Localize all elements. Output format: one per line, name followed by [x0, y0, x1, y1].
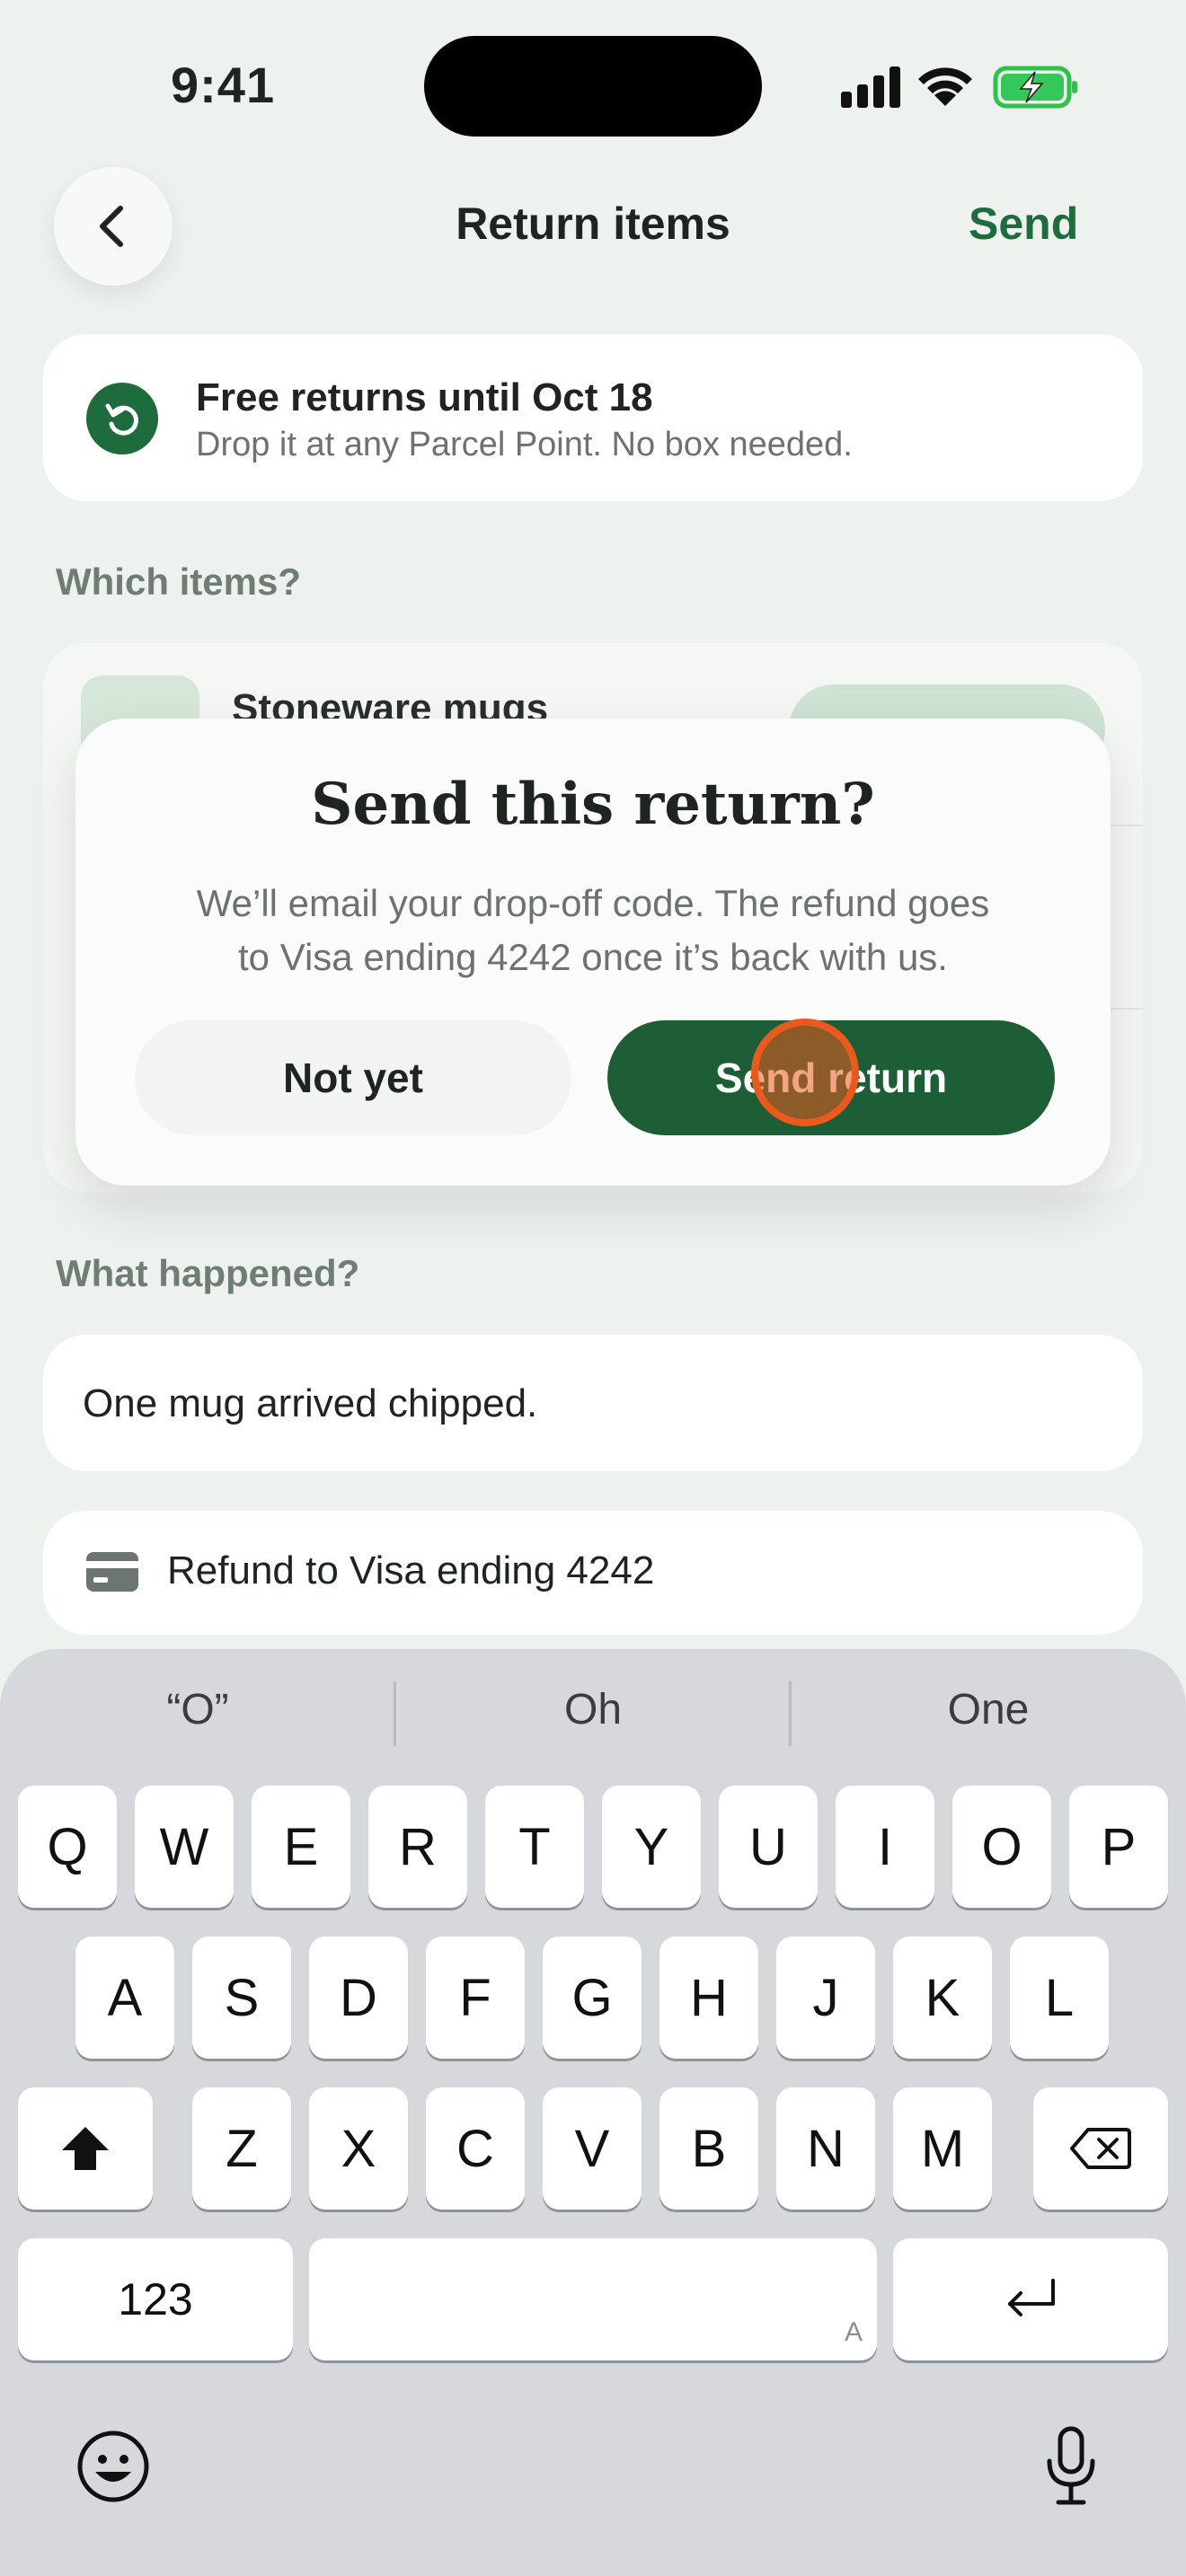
items-section-label: Which items?	[56, 560, 302, 603]
suggestion-divider	[789, 1681, 792, 1746]
key-f[interactable]: F	[426, 1936, 525, 2059]
suggestion-divider	[394, 1681, 396, 1746]
key-x[interactable]: X	[309, 2087, 408, 2210]
banner-subtitle: Drop it at any Parcel Point. No box need…	[196, 426, 853, 463]
shift-icon	[62, 2127, 109, 2170]
suggestion-2[interactable]: Oh	[431, 1685, 755, 1742]
return-icon	[86, 383, 158, 454]
reason-field-value: One mug arrived chipped.	[83, 1381, 538, 1425]
key-j[interactable]: J	[776, 1936, 875, 2059]
reason-section-label: What happened?	[56, 1252, 360, 1294]
send-nav-button[interactable]: Send	[969, 198, 1078, 250]
tap-indicator	[751, 1019, 859, 1126]
key-h[interactable]: H	[659, 1936, 758, 2059]
dialog-message-line-2: to Visa ending 4242 once it’s back with …	[238, 936, 948, 978]
wifi-icon	[918, 67, 972, 106]
key-r[interactable]: R	[368, 1786, 467, 1908]
key-t[interactable]: T	[485, 1786, 584, 1908]
refund-method-label: Refund to Visa ending 4242	[167, 1548, 655, 1592]
delete-key[interactable]	[1033, 2087, 1168, 2210]
key-k[interactable]: K	[893, 1936, 992, 2059]
key-o[interactable]: O	[952, 1786, 1051, 1908]
key-n[interactable]: N	[776, 2087, 875, 2210]
key-v[interactable]: V	[543, 2087, 642, 2210]
key-q[interactable]: Q	[18, 1786, 117, 1908]
key-d[interactable]: D	[309, 1936, 408, 2059]
key-w[interactable]: W	[135, 1786, 234, 1908]
key-s[interactable]: S	[192, 1936, 291, 2059]
suggestion-3[interactable]: One	[827, 1685, 1150, 1742]
key-u[interactable]: U	[719, 1786, 818, 1908]
dialog-message: We’ll email your drop-off code. The refu…	[126, 877, 1060, 984]
numbers-key[interactable]: 123	[18, 2238, 293, 2360]
dialog-message-line-1: We’ll email your drop-off code. The refu…	[196, 882, 990, 924]
key-z[interactable]: Z	[192, 2087, 291, 2210]
key-g[interactable]: G	[543, 1936, 642, 2059]
return-arrow-icon	[1008, 2279, 1055, 2316]
key-e[interactable]: E	[252, 1786, 350, 1908]
not-yet-button[interactable]: Not yet	[135, 1020, 571, 1135]
emoji-icon[interactable]	[75, 2429, 151, 2504]
space-key[interactable]: A	[309, 2238, 877, 2360]
shift-key[interactable]	[18, 2087, 153, 2210]
status-icons	[841, 66, 1077, 109]
key-m[interactable]: M	[893, 2087, 992, 2210]
key-c[interactable]: C	[426, 2087, 525, 2210]
key-p[interactable]: P	[1069, 1786, 1168, 1908]
return-key[interactable]	[893, 2238, 1168, 2360]
signal-icon	[841, 66, 900, 108]
banner-title: Free returns until Oct 18	[196, 375, 653, 419]
key-i[interactable]: I	[836, 1786, 934, 1908]
credit-card-icon	[86, 1552, 138, 1592]
key-a[interactable]: A	[75, 1936, 174, 2059]
microphone-icon[interactable]	[1044, 2425, 1098, 2508]
key-y[interactable]: Y	[602, 1786, 701, 1908]
backspace-icon	[1070, 2128, 1131, 2169]
dialog-title: Send this return?	[311, 771, 875, 838]
dynamic-island	[424, 36, 762, 137]
suggestion-1[interactable]: “O”	[36, 1685, 359, 1742]
status-time: 9:41	[171, 57, 276, 113]
key-b[interactable]: B	[659, 2087, 758, 2210]
space-key-hint: A	[844, 2317, 863, 2347]
key-l[interactable]: L	[1010, 1936, 1109, 2059]
battery-charging-icon	[993, 66, 1077, 109]
